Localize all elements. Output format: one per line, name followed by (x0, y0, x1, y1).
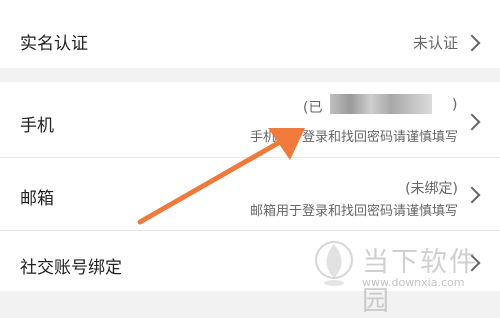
real-name-status: 未认证 (412, 34, 458, 52)
chevron-right-icon (463, 34, 481, 52)
email-label: 邮箱 (20, 189, 54, 209)
chevron-right-icon (463, 186, 481, 204)
phone-hint: 手机用于登录和找回密码请谨慎填写 (249, 130, 458, 145)
email-status: (未绑定) (405, 181, 458, 197)
email-hint: 邮箱用于登录和找回密码请谨慎填写 (249, 204, 458, 219)
downxia-logo-icon (315, 241, 353, 286)
phone-row[interactable]: 手机 (已 ) 手机用于登录和找回密码请谨慎填写 (0, 82, 500, 157)
social-binding-label: 社交账号绑定 (20, 258, 122, 278)
phone-status-prefix: (已 (303, 100, 323, 116)
real-name-row[interactable]: 实名认证 未认证 (0, 0, 500, 68)
phone-number-mask (330, 94, 432, 114)
phone-status-suffix: ) (452, 97, 458, 113)
phone-label: 手机 (20, 116, 54, 136)
real-name-label: 实名认证 (20, 34, 88, 54)
watermark-url: www.downxia.com (362, 276, 465, 289)
chevron-right-icon (463, 113, 481, 131)
email-row[interactable]: 邮箱 (未绑定) 邮箱用于登录和找回密码请谨慎填写 (0, 158, 500, 230)
